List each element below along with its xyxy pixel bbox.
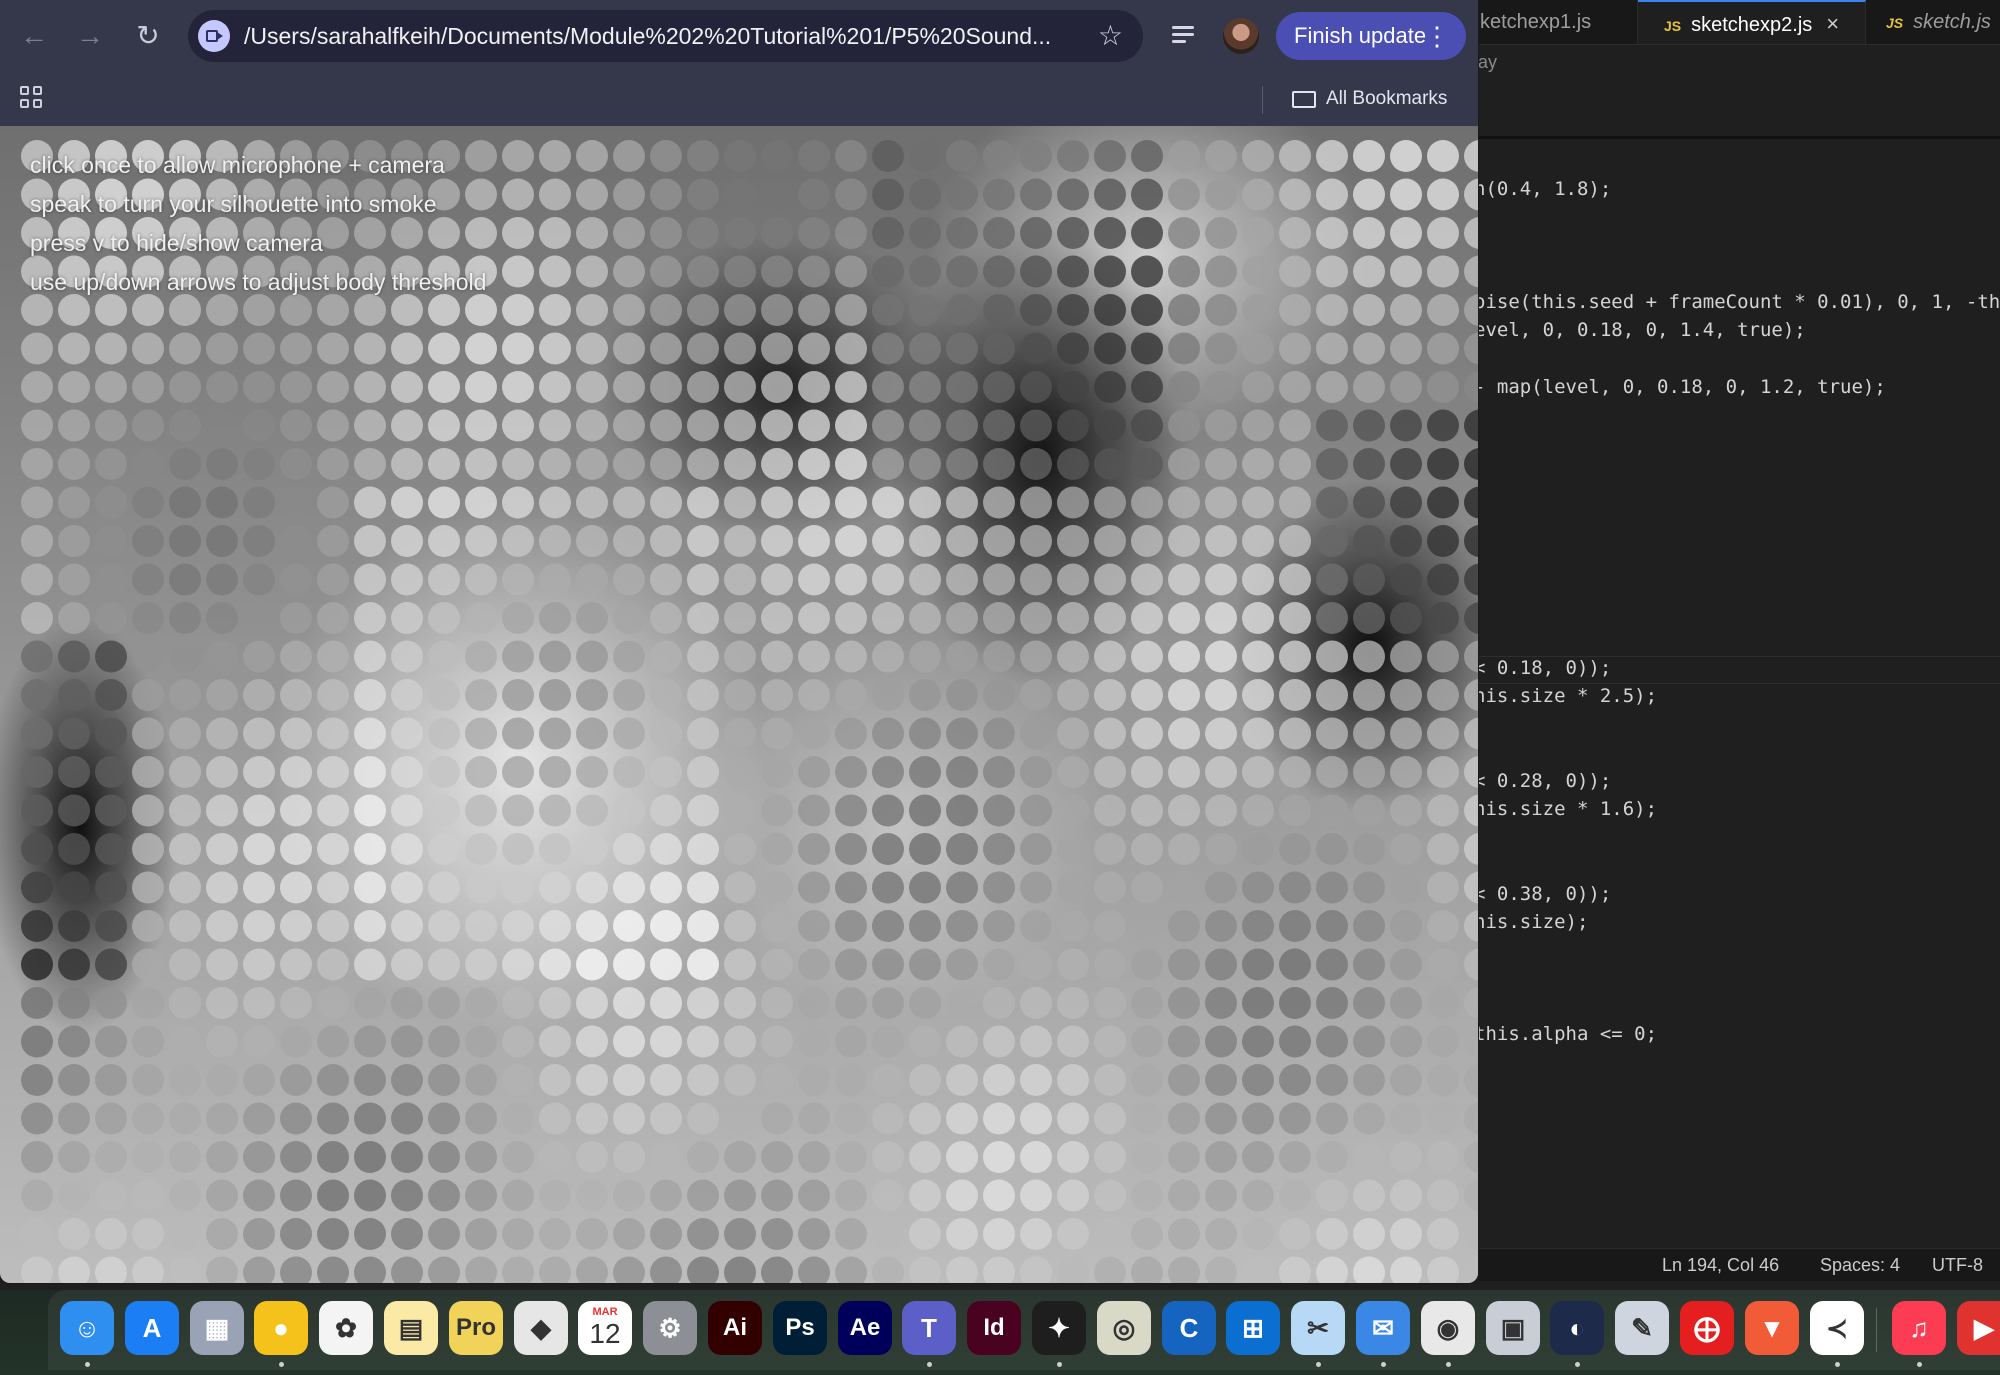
p5-sketch-canvas[interactable]: click once to allow microphone + camera … [0, 126, 1478, 1283]
star-icon[interactable]: ☆ [1098, 10, 1123, 62]
running-indicator [1917, 1362, 1922, 1367]
encoding-status[interactable]: UTF-8 [1932, 1255, 1983, 1276]
code-line[interactable]: his.size * 1.6); [1474, 798, 1657, 820]
code-line[interactable]: oise(this.seed + frameCount * 0.01), 0, … [1474, 291, 2000, 313]
instruction-line: click once to allow microphone + camera [30, 152, 445, 178]
dock-separator [1876, 1308, 1877, 1352]
code-line[interactable]: his.size * 2.5); [1474, 685, 1657, 707]
pencil-app-icon[interactable]: ✎ [1615, 1301, 1669, 1355]
app-store-icon[interactable]: A [125, 1301, 179, 1355]
vscode-icon[interactable]: ≺ [1810, 1301, 1864, 1355]
screen-capture-icon[interactable]: ◎ [1097, 1301, 1151, 1355]
running-indicator [1057, 1362, 1062, 1367]
js-file-icon: JS [1886, 15, 1904, 31]
code-line[interactable]: < 0.38, 0)); [1474, 883, 1611, 905]
js-file-icon: JS [1664, 18, 1682, 34]
instructions-overlay: click once to allow microphone + camera … [30, 146, 486, 302]
calendar-icon[interactable]: MAR 12 [578, 1301, 632, 1355]
acrobat-icon[interactable]: ⨁ [1680, 1301, 1734, 1355]
running-indicator [1446, 1362, 1451, 1367]
running-indicator [1835, 1362, 1840, 1367]
cinema4d-icon[interactable]: ◐ [1550, 1301, 1604, 1355]
brave-icon[interactable]: ▼ [1745, 1301, 1799, 1355]
launchpad-icon[interactable]: ▦ [190, 1301, 244, 1355]
photos-icon[interactable]: ✿ [319, 1301, 373, 1355]
indentation-status[interactable]: Spaces: 4 [1820, 1255, 1900, 1276]
indesign-icon[interactable]: Id [967, 1301, 1021, 1355]
editor-tab-sketchexp2[interactable]: JS sketchexp2.js × [1638, 0, 1866, 44]
code-line[interactable]: - map(level, 0, 0.18, 0, 1.2, true); [1474, 376, 1886, 398]
editor-tab-label: ketchexp1.js [1480, 11, 1592, 33]
running-indicator [1316, 1362, 1321, 1367]
code-line[interactable]: n(0.4, 1.8); [1474, 178, 1611, 200]
roblox-icon[interactable]: ◆ [514, 1301, 568, 1355]
camera-permission-icon[interactable] [198, 20, 230, 52]
running-indicator [927, 1362, 932, 1367]
macos-dock: ☺ A ▦ ● ✿ ▤ Pro ◆ MAR 12 ⚙ Ai Ps Ae T Id ✦ ◎ C ⊞ ✂ ✉ ◉ ▣ ◐ ✎ ⨁ ▼ ≺ ♫ ▶ [0, 1290, 2000, 1375]
editor-divider [1478, 136, 2000, 139]
illustrator-icon[interactable]: Ai [708, 1301, 762, 1355]
calendar-month: MAR [592, 1306, 618, 1318]
cyberduck-icon[interactable]: ● [254, 1301, 308, 1355]
reload-icon[interactable]: ↻ [130, 18, 166, 54]
code-line[interactable]: < 0.28, 0)); [1474, 770, 1611, 792]
running-indicator [1575, 1362, 1580, 1367]
editor-tab-sketch[interactable]: JS sketch.js [1866, 0, 2000, 44]
apps-grid-icon[interactable] [20, 86, 44, 110]
arrow-right-icon[interactable]: → [72, 18, 108, 54]
teams-icon[interactable]: T [902, 1301, 956, 1355]
editor-tab-sketchexp1[interactable]: ketchexp1.js [1478, 0, 1638, 44]
running-indicator [279, 1362, 284, 1367]
system-settings-icon[interactable]: ⚙ [643, 1301, 697, 1355]
bookmarks-divider [1262, 86, 1263, 114]
instruction-line: press v to hide/show camera [30, 230, 323, 256]
editor-status-bar: Ln 194, Col 46 Spaces: 4 UTF-8 [1478, 1248, 2000, 1281]
finish-update-label: Finish update [1294, 23, 1427, 48]
after-effects-icon[interactable]: Ae [838, 1301, 892, 1355]
url-text[interactable]: /Users/sarahalfkeih/Documents/Module%202… [244, 10, 1051, 62]
preview-icon[interactable]: ▣ [1486, 1301, 1540, 1355]
running-indicator [1381, 1362, 1386, 1367]
stickies-icon[interactable]: Pro [449, 1301, 503, 1355]
editor-tab-label: sketch.js [1913, 11, 1991, 33]
instruction-line: use up/down arrows to adjust body thresh… [30, 269, 487, 295]
browser-window: ← → ↻ /Users/sarahalfkeih/Documents/Modu… [0, 0, 1478, 1283]
scissors-icon[interactable]: ✂ [1291, 1301, 1345, 1355]
close-icon[interactable]: × [1826, 11, 1839, 36]
canva-icon[interactable]: C [1162, 1301, 1216, 1355]
cursor-position-status[interactable]: Ln 194, Col 46 [1662, 1255, 1779, 1276]
kebab-menu-icon[interactable]: ⋮ [1424, 12, 1450, 60]
code-line[interactable]: his.size); [1474, 911, 1588, 933]
finish-update-button[interactable]: Finish update ⋮ [1276, 12, 1466, 60]
mail-sender-icon[interactable]: ✉ [1356, 1301, 1410, 1355]
code-line[interactable]: < 0.18, 0)); [1474, 657, 1611, 679]
app-partial-icon[interactable]: ▶ [1957, 1301, 2000, 1355]
chrome-icon[interactable]: ◉ [1421, 1301, 1475, 1355]
figma-icon[interactable]: ✦ [1032, 1301, 1086, 1355]
all-bookmarks-label: All Bookmarks [1326, 88, 1448, 109]
tab-search-icon[interactable] [1168, 20, 1202, 50]
code-line[interactable]: evel, 0, 0.18, 0, 1.4, true); [1474, 319, 1806, 341]
folder-icon [1292, 91, 1316, 108]
all-bookmarks-button[interactable]: All Bookmarks [1292, 82, 1447, 116]
notes-icon[interactable]: ▤ [384, 1301, 438, 1355]
window-manager-icon[interactable]: ⊞ [1226, 1301, 1280, 1355]
browser-toolbar: ← → ↻ /Users/sarahalfkeih/Documents/Modu… [0, 0, 1478, 72]
arrow-left-icon[interactable]: ← [16, 18, 52, 54]
music-icon[interactable]: ♫ [1892, 1301, 1946, 1355]
address-bar[interactable]: /Users/sarahalfkeih/Documents/Module%202… [188, 10, 1143, 62]
running-indicator [85, 1362, 90, 1367]
instruction-line: speak to turn your silhouette into smoke [30, 191, 437, 217]
code-line[interactable]: this.alpha <= 0; [1474, 1023, 1657, 1045]
calendar-day: 12 [589, 1318, 621, 1349]
breadcrumb[interactable]: ay [1478, 52, 1497, 73]
finder-icon[interactable]: ☺ [60, 1301, 114, 1355]
avatar[interactable] [1223, 18, 1259, 54]
editor-tab-label: sketchexp2.js [1691, 14, 1813, 36]
photoshop-icon[interactable]: Ps [773, 1301, 827, 1355]
bookmarks-bar: All Bookmarks [0, 72, 1478, 127]
